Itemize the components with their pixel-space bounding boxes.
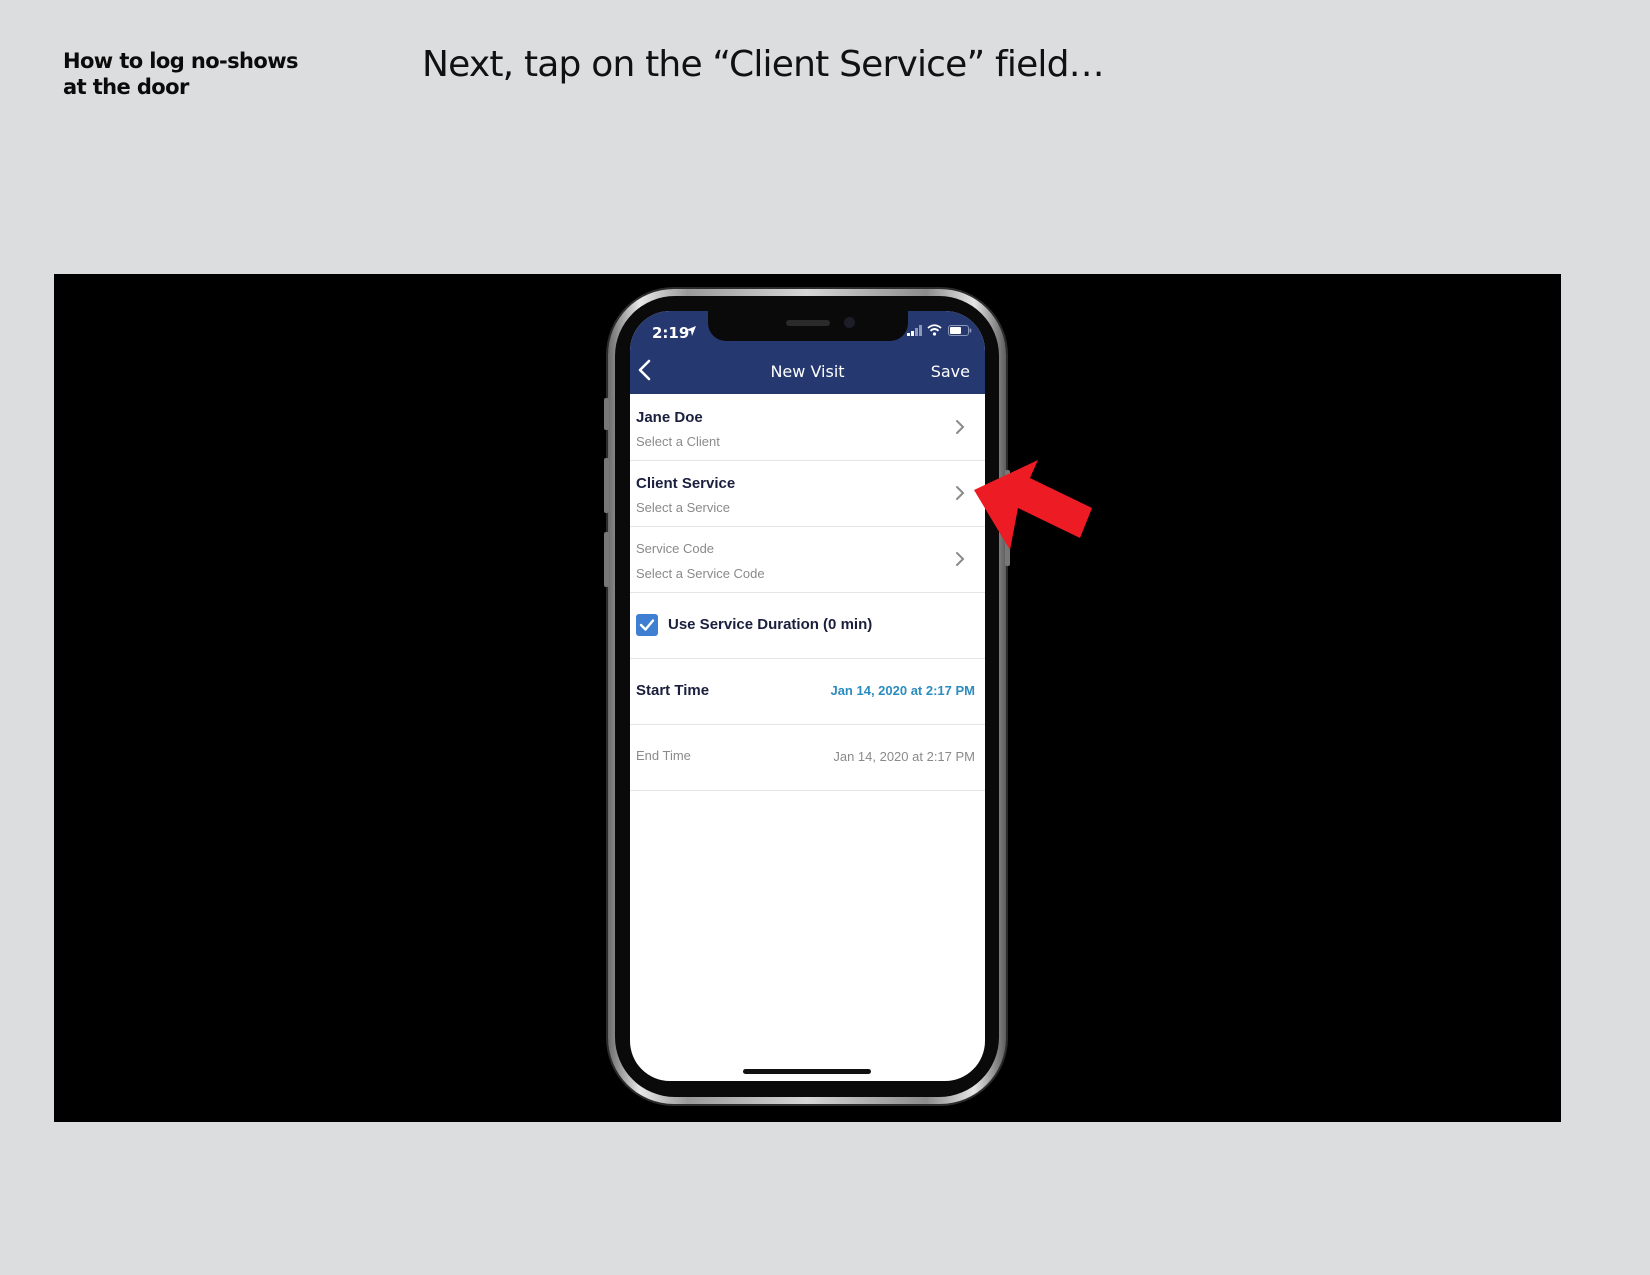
client-name: Jane Doe (636, 409, 703, 426)
guide-title-line1: How to log no-shows (63, 49, 299, 73)
service-code-row[interactable]: Service Code Select a Service Code (630, 526, 985, 593)
guide-title: How to log no-shows at the door (63, 48, 323, 100)
status-time: 2:19 (652, 324, 690, 342)
notch (708, 311, 908, 341)
client-service-label: Client Service (636, 475, 736, 492)
navbar: 2:19 New Visit Save (630, 311, 985, 394)
battery-icon (948, 325, 972, 336)
client-row[interactable]: Jane Doe Select a Client (630, 394, 985, 461)
mute-switch (604, 398, 609, 430)
guide-title-line2: at the door (63, 75, 189, 99)
use-duration-row: Use Service Duration (0 min) (630, 592, 985, 659)
use-duration-checkbox[interactable] (636, 614, 658, 636)
start-time-value: Jan 14, 2020 at 2:17 PM (830, 683, 975, 698)
location-arrow-icon (686, 326, 696, 336)
save-button[interactable]: Save (931, 362, 970, 381)
chevron-right-icon (956, 486, 965, 500)
red-arrow-icon (974, 460, 1092, 550)
chevron-right-icon (956, 552, 965, 566)
client-service-row[interactable]: Client Service Select a Service (630, 460, 985, 527)
end-time-row[interactable]: End Time Jan 14, 2020 at 2:17 PM (630, 724, 985, 791)
end-time-value: Jan 14, 2020 at 2:17 PM (833, 749, 975, 764)
signal-icon (907, 325, 922, 336)
wifi-icon (927, 324, 942, 336)
service-code-placeholder: Select a Service Code (636, 566, 765, 581)
phone-screen: 2:19 New Visit Save Jane Doe Select a Cl… (630, 311, 985, 1081)
volume-down-button (604, 532, 609, 587)
checkmark-icon (639, 619, 655, 631)
start-time-row[interactable]: Start Time Jan 14, 2020 at 2:17 PM (630, 658, 985, 725)
service-code-label: Service Code (636, 541, 715, 556)
end-time-label: End Time (636, 748, 691, 763)
instruction-text: Next, tap on the “Client Service” field… (422, 44, 1105, 85)
home-indicator (743, 1069, 871, 1074)
client-placeholder: Select a Client (636, 434, 720, 449)
client-service-placeholder: Select a Service (636, 500, 730, 515)
volume-up-button (604, 458, 609, 513)
chevron-right-icon (956, 420, 965, 434)
start-time-label: Start Time (636, 682, 710, 699)
use-duration-label: Use Service Duration (0 min) (668, 616, 873, 633)
